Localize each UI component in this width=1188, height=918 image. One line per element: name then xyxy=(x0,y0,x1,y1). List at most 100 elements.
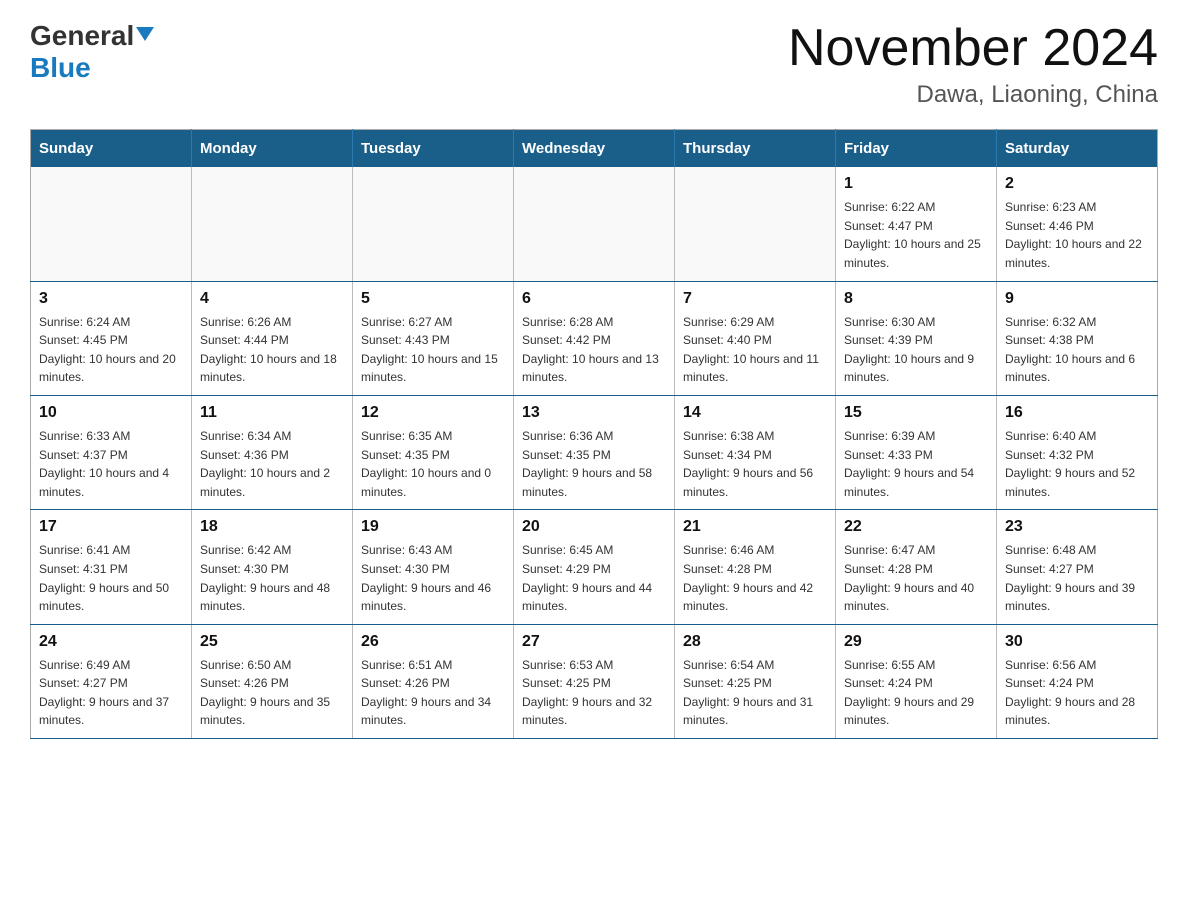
calendar-cell: 19Sunrise: 6:43 AMSunset: 4:30 PMDayligh… xyxy=(353,510,514,624)
day-info: Sunrise: 6:49 AMSunset: 4:27 PMDaylight:… xyxy=(39,656,183,730)
day-info: Sunrise: 6:41 AMSunset: 4:31 PMDaylight:… xyxy=(39,541,183,615)
day-number: 26 xyxy=(361,633,505,651)
calendar-week-3: 10 Sunrise: 6:33 AMSunset: 4:37 PMDayligh… xyxy=(31,395,1158,509)
day-number: 8 xyxy=(844,290,988,308)
day-number: 4 xyxy=(200,290,344,308)
calendar-cell: 21 Sunrise: 6:46 AMSunset: 4:28 PMDayligh… xyxy=(675,510,836,624)
calendar-cell: 27 Sunrise: 6:53 AMSunset: 4:25 PMDayligh… xyxy=(514,624,675,738)
day-info: Sunrise: 6:32 AMSunset: 4:38 PMDaylight:… xyxy=(1005,313,1149,387)
calendar-cell: 10 Sunrise: 6:33 AMSunset: 4:37 PMDayligh… xyxy=(31,395,192,509)
calendar-cell: 24 Sunrise: 6:49 AMSunset: 4:27 PMDayligh… xyxy=(31,624,192,738)
day-info: Sunrise: 6:26 AMSunset: 4:44 PMDaylight:… xyxy=(200,313,344,387)
day-number: 27 xyxy=(522,633,666,651)
day-number: 5 xyxy=(361,290,505,308)
day-info: Sunrise: 6:29 AMSunset: 4:40 PMDaylight:… xyxy=(683,313,827,387)
calendar-cell: 20Sunrise: 6:45 AMSunset: 4:29 PMDayligh… xyxy=(514,510,675,624)
title-section: November 2024 Dawa, Liaoning, China xyxy=(788,20,1158,109)
day-info: Sunrise: 6:38 AMSunset: 4:34 PMDaylight:… xyxy=(683,427,827,501)
calendar-cell: 16Sunrise: 6:40 AMSunset: 4:32 PMDayligh… xyxy=(997,395,1158,509)
location-title: Dawa, Liaoning, China xyxy=(788,81,1158,109)
logo-triangle-icon xyxy=(136,27,154,41)
calendar-cell xyxy=(192,167,353,281)
day-number: 10 xyxy=(39,404,183,422)
day-info: Sunrise: 6:34 AMSunset: 4:36 PMDaylight:… xyxy=(200,427,344,501)
day-number: 16 xyxy=(1005,404,1149,422)
weekday-header-saturday: Saturday xyxy=(997,130,1158,168)
day-number: 2 xyxy=(1005,175,1149,193)
day-info: Sunrise: 6:50 AMSunset: 4:26 PMDaylight:… xyxy=(200,656,344,730)
day-info: Sunrise: 6:53 AMSunset: 4:25 PMDaylight:… xyxy=(522,656,666,730)
day-number: 15 xyxy=(844,404,988,422)
day-number: 22 xyxy=(844,518,988,536)
calendar-cell: 30Sunrise: 6:56 AMSunset: 4:24 PMDayligh… xyxy=(997,624,1158,738)
day-number: 13 xyxy=(522,404,666,422)
calendar-cell: 7Sunrise: 6:29 AMSunset: 4:40 PMDaylight… xyxy=(675,281,836,395)
day-number: 1 xyxy=(844,175,988,193)
calendar-cell: 18 Sunrise: 6:42 AMSunset: 4:30 PMDayligh… xyxy=(192,510,353,624)
weekday-header-friday: Friday xyxy=(836,130,997,168)
day-number: 14 xyxy=(683,404,827,422)
day-info: Sunrise: 6:36 AMSunset: 4:35 PMDaylight:… xyxy=(522,427,666,501)
logo-general-text: General xyxy=(30,20,134,52)
day-number: 29 xyxy=(844,633,988,651)
day-info: Sunrise: 6:39 AMSunset: 4:33 PMDaylight:… xyxy=(844,427,988,501)
calendar-week-4: 17 Sunrise: 6:41 AMSunset: 4:31 PMDayligh… xyxy=(31,510,1158,624)
calendar-body: 1 Sunrise: 6:22 AMSunset: 4:47 PMDaylight… xyxy=(31,167,1158,738)
day-info: Sunrise: 6:24 AMSunset: 4:45 PMDaylight:… xyxy=(39,313,183,387)
day-number: 25 xyxy=(200,633,344,651)
calendar-cell xyxy=(675,167,836,281)
weekday-row: SundayMondayTuesdayWednesdayThursdayFrid… xyxy=(31,130,1158,168)
day-number: 19 xyxy=(361,518,505,536)
day-info: Sunrise: 6:45 AMSunset: 4:29 PMDaylight:… xyxy=(522,541,666,615)
calendar-cell xyxy=(514,167,675,281)
day-info: Sunrise: 6:35 AMSunset: 4:35 PMDaylight:… xyxy=(361,427,505,501)
day-number: 17 xyxy=(39,518,183,536)
day-number: 6 xyxy=(522,290,666,308)
day-number: 9 xyxy=(1005,290,1149,308)
weekday-header-thursday: Thursday xyxy=(675,130,836,168)
day-number: 11 xyxy=(200,404,344,422)
day-info: Sunrise: 6:22 AMSunset: 4:47 PMDaylight:… xyxy=(844,198,988,272)
weekday-header-monday: Monday xyxy=(192,130,353,168)
day-info: Sunrise: 6:42 AMSunset: 4:30 PMDaylight:… xyxy=(200,541,344,615)
day-number: 21 xyxy=(683,518,827,536)
calendar-cell xyxy=(353,167,514,281)
calendar-cell: 25 Sunrise: 6:50 AMSunset: 4:26 PMDayligh… xyxy=(192,624,353,738)
calendar-cell: 13 Sunrise: 6:36 AMSunset: 4:35 PMDayligh… xyxy=(514,395,675,509)
calendar-cell: 28 Sunrise: 6:54 AMSunset: 4:25 PMDayligh… xyxy=(675,624,836,738)
calendar-cell: 26Sunrise: 6:51 AMSunset: 4:26 PMDayligh… xyxy=(353,624,514,738)
calendar-cell: 6Sunrise: 6:28 AMSunset: 4:42 PMDaylight… xyxy=(514,281,675,395)
day-number: 23 xyxy=(1005,518,1149,536)
day-info: Sunrise: 6:46 AMSunset: 4:28 PMDaylight:… xyxy=(683,541,827,615)
calendar-cell: 9 Sunrise: 6:32 AMSunset: 4:38 PMDaylight… xyxy=(997,281,1158,395)
day-info: Sunrise: 6:55 AMSunset: 4:24 PMDaylight:… xyxy=(844,656,988,730)
calendar-cell: 5 Sunrise: 6:27 AMSunset: 4:43 PMDaylight… xyxy=(353,281,514,395)
day-number: 28 xyxy=(683,633,827,651)
calendar-cell: 11 Sunrise: 6:34 AMSunset: 4:36 PMDayligh… xyxy=(192,395,353,509)
calendar-cell xyxy=(31,167,192,281)
calendar-week-2: 3 Sunrise: 6:24 AMSunset: 4:45 PMDaylight… xyxy=(31,281,1158,395)
day-number: 18 xyxy=(200,518,344,536)
calendar-week-5: 24 Sunrise: 6:49 AMSunset: 4:27 PMDayligh… xyxy=(31,624,1158,738)
calendar-cell: 15 Sunrise: 6:39 AMSunset: 4:33 PMDayligh… xyxy=(836,395,997,509)
day-number: 24 xyxy=(39,633,183,651)
day-info: Sunrise: 6:48 AMSunset: 4:27 PMDaylight:… xyxy=(1005,541,1149,615)
calendar-cell: 4 Sunrise: 6:26 AMSunset: 4:44 PMDaylight… xyxy=(192,281,353,395)
weekday-header-wednesday: Wednesday xyxy=(514,130,675,168)
calendar-cell: 2 Sunrise: 6:23 AMSunset: 4:46 PMDaylight… xyxy=(997,167,1158,281)
day-number: 30 xyxy=(1005,633,1149,651)
calendar-cell: 3 Sunrise: 6:24 AMSunset: 4:45 PMDaylight… xyxy=(31,281,192,395)
day-number: 12 xyxy=(361,404,505,422)
calendar-cell: 12 Sunrise: 6:35 AMSunset: 4:35 PMDayligh… xyxy=(353,395,514,509)
day-number: 3 xyxy=(39,290,183,308)
day-info: Sunrise: 6:27 AMSunset: 4:43 PMDaylight:… xyxy=(361,313,505,387)
weekday-header-tuesday: Tuesday xyxy=(353,130,514,168)
calendar-week-1: 1 Sunrise: 6:22 AMSunset: 4:47 PMDaylight… xyxy=(31,167,1158,281)
day-info: Sunrise: 6:54 AMSunset: 4:25 PMDaylight:… xyxy=(683,656,827,730)
day-info: Sunrise: 6:47 AMSunset: 4:28 PMDaylight:… xyxy=(844,541,988,615)
calendar-cell: 8Sunrise: 6:30 AMSunset: 4:39 PMDaylight… xyxy=(836,281,997,395)
calendar-cell: 29 Sunrise: 6:55 AMSunset: 4:24 PMDayligh… xyxy=(836,624,997,738)
logo-blue-text: Blue xyxy=(30,52,91,83)
day-info: Sunrise: 6:23 AMSunset: 4:46 PMDaylight:… xyxy=(1005,198,1149,272)
day-info: Sunrise: 6:33 AMSunset: 4:37 PMDaylight:… xyxy=(39,427,183,501)
